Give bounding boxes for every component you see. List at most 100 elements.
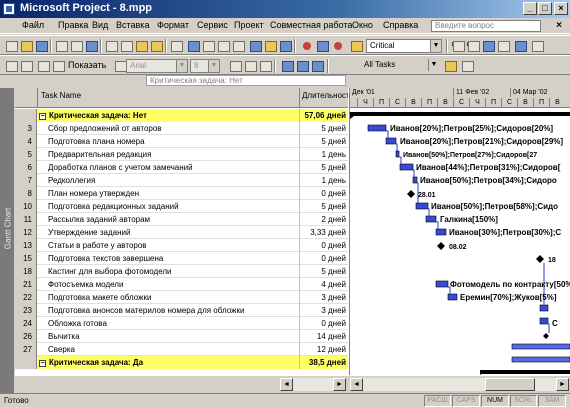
entry-field[interactable]: Критическая задача: Нет [146, 75, 346, 86]
task-name-cell[interactable]: Подготовка текстов завершена [37, 252, 299, 265]
task-info-icon[interactable] [248, 39, 262, 52]
row-id[interactable]: 22 [15, 291, 37, 304]
row-id[interactable]: 10 [15, 200, 37, 213]
autofilter-icon[interactable] [443, 59, 457, 72]
task-name-cell[interactable]: Доработка планов с учетом замечаний [37, 161, 299, 174]
task-name-cell[interactable]: Подготовка анонсов материлов номера для … [37, 304, 299, 317]
row-id[interactable]: 13 [15, 239, 37, 252]
maximize-button[interactable]: □ [538, 2, 552, 15]
open-icon[interactable] [19, 39, 33, 52]
duration-cell[interactable]: 3 дней [299, 304, 348, 317]
table-row[interactable]: 10 Подготовка редакционных заданий 5 дней [15, 200, 348, 213]
insert-hyperlink-icon[interactable] [186, 39, 200, 52]
task-name-cell[interactable]: Фотосъемка модели [37, 278, 299, 291]
menu-tools[interactable]: Сервис [197, 20, 228, 30]
duration-cell[interactable]: 5 дней [299, 135, 348, 148]
row-id[interactable]: 23 [15, 304, 37, 317]
duration-cell[interactable]: 5 дней [299, 200, 348, 213]
italic-icon[interactable] [243, 59, 257, 72]
task-name-cell[interactable]: Подготовка плана номера [37, 135, 299, 148]
menu-help[interactable]: Справка [383, 20, 418, 30]
align-center-icon[interactable] [295, 59, 309, 72]
task-notes-icon[interactable] [263, 39, 277, 52]
copy-icon[interactable] [119, 39, 133, 52]
table-row[interactable]: 5 Предварительная редакция 1 день [15, 148, 348, 161]
filter-combo[interactable]: All Tasks ▼ [361, 59, 439, 73]
row-id[interactable]: 21 [15, 278, 37, 291]
duration-cell[interactable]: 14 дней [299, 330, 348, 343]
row-id[interactable]: 11 [15, 213, 37, 226]
duration-cell[interactable]: 0 дней [299, 252, 348, 265]
row-id[interactable]: 26 [15, 330, 37, 343]
row-id[interactable]: 27 [15, 343, 37, 356]
duration-cell[interactable]: 5 дней [299, 122, 348, 135]
table-scroll-right[interactable]: ► [333, 378, 346, 391]
menu-window[interactable]: Окно [352, 20, 373, 30]
split-task-icon[interactable] [231, 39, 245, 52]
table-row[interactable]: 13 Статьи в работе у авторов 0 дней [15, 239, 348, 252]
chevron-down-icon[interactable]: ▼ [430, 40, 441, 52]
font-combo[interactable]: Arial ▼ [126, 59, 188, 73]
task-name-cell[interactable]: Рассылка заданий авторам [37, 213, 299, 226]
publish-icon[interactable] [300, 39, 314, 52]
row-id[interactable]: 7 [15, 174, 37, 187]
paste-icon[interactable] [134, 39, 148, 52]
spelling-icon[interactable] [84, 39, 98, 52]
chevron-down-icon[interactable]: ▼ [428, 59, 439, 71]
zoom-in-icon[interactable]: ⊕ [451, 39, 465, 52]
task-name-cell[interactable]: − Критическая задача: Нет [37, 109, 299, 122]
cut-icon[interactable] [104, 39, 118, 52]
table-row[interactable]: 4 Подготовка плана номера 5 дней [15, 135, 348, 148]
gantt-scroll-thumb[interactable] [485, 378, 535, 391]
duration-cell[interactable]: 5 дней [299, 265, 348, 278]
menu-edit[interactable]: Правка [58, 20, 88, 30]
task-name-cell[interactable]: Сверка [37, 343, 299, 356]
link-tasks-icon[interactable] [201, 39, 215, 52]
table-row[interactable]: 8 План номера утвержден 0 дней [15, 187, 348, 200]
menu-view[interactable]: Вид [92, 20, 108, 30]
table-row[interactable]: 12 Утверждение заданий 3,33 дней [15, 226, 348, 239]
show-label[interactable]: Показать [68, 60, 106, 70]
menu-insert[interactable]: Вставка [116, 20, 149, 30]
table-row[interactable]: 27 Сверка 12 дней [15, 343, 348, 356]
table-scroll-left[interactable]: ◄ [280, 378, 293, 391]
duration-cell[interactable]: 57,06 дней [299, 109, 348, 122]
copy-picture-icon[interactable] [349, 39, 363, 52]
chevron-down-icon[interactable]: ▼ [176, 60, 187, 72]
task-name-cell[interactable]: Сбор предложений от авторов [37, 122, 299, 135]
format-painter-icon[interactable] [149, 39, 163, 52]
task-name-cell[interactable]: Обложка готова [37, 317, 299, 330]
no-group-icon[interactable] [331, 39, 345, 52]
copy-picture-to-office-icon[interactable] [496, 39, 510, 52]
minimize-button[interactable]: _ [523, 2, 537, 15]
save-icon[interactable] [34, 39, 48, 52]
task-name-cell[interactable]: Подготовка редакционных заданий [37, 200, 299, 213]
undo-icon[interactable] [169, 39, 183, 52]
print-preview-icon[interactable] [69, 39, 83, 52]
table-row[interactable]: 23 Подготовка анонсов материлов номера дл… [15, 304, 348, 317]
row-id[interactable]: 6 [15, 161, 37, 174]
assign-resources-icon[interactable] [278, 39, 292, 52]
duration-cell[interactable]: 3 дней [299, 291, 348, 304]
row-id[interactable]: 3 [15, 122, 37, 135]
duration-cell[interactable]: 3,33 дней [299, 226, 348, 239]
table-row[interactable]: 22 Подготовка макете обложки 3 дней [15, 291, 348, 304]
toolbar-options-icon[interactable] [530, 39, 544, 52]
row-id[interactable]: 18 [15, 265, 37, 278]
help-icon[interactable] [513, 39, 527, 52]
task-name-cell[interactable]: Подготовка макете обложки [37, 291, 299, 304]
group-header-row[interactable]: − Критическая задача: Нет 57,06 дней [15, 109, 348, 122]
task-name-cell[interactable]: Кастинг для выбора фотомодели [37, 265, 299, 278]
table-row[interactable]: 15 Подготовка текстов завершена 0 дней [15, 252, 348, 265]
print-icon[interactable] [54, 39, 68, 52]
row-id[interactable]: 24 [15, 317, 37, 330]
indent-icon[interactable] [19, 59, 33, 72]
table-scroll-track[interactable] [293, 378, 333, 391]
row-id[interactable]: 4 [15, 135, 37, 148]
duration-cell[interactable]: 0 дней [299, 187, 348, 200]
row-id[interactable] [15, 356, 37, 369]
task-name-cell[interactable]: Статьи в работе у авторов [37, 239, 299, 252]
collapse-icon[interactable]: − [39, 360, 46, 367]
duration-cell[interactable]: 0 дней [299, 239, 348, 252]
close-document-icon[interactable]: × [553, 20, 565, 32]
